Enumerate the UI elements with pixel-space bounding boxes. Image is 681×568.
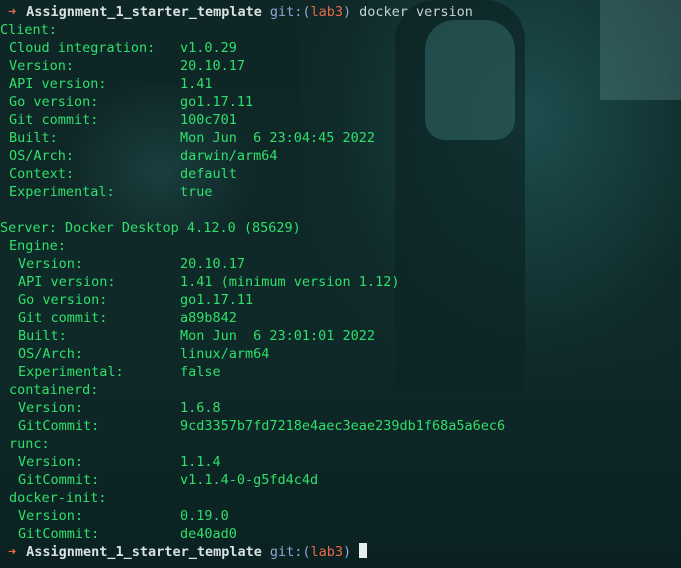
client-row: OS/Arch: darwin/arm64 — [0, 147, 681, 165]
prompt-cwd: Assignment_1_starter_template — [26, 544, 262, 560]
terminal-window[interactable]: ➜ Assignment_1_starter_template git:(lab3)… — [0, 0, 681, 568]
containerd-row-value: 9cd3357b7fd7218e4aec3eae239db1f68a5a6ec6 — [180, 418, 506, 434]
engine-row: Go version: go1.17.11 — [0, 291, 681, 309]
containerd-header: containerd: — [0, 381, 681, 399]
docker-init-row-value: de40ad0 — [180, 526, 237, 542]
prompt-cwd: Assignment_1_starter_template — [26, 4, 262, 20]
git-suffix: ) — [343, 4, 352, 20]
client-row: Context: default — [0, 165, 681, 183]
engine-row-key: Git commit: — [18, 310, 108, 326]
containerd-row: GitCommit: 9cd3357b7fd7218e4aec3eae239db1… — [0, 417, 681, 435]
runc-row: GitCommit: v1.1.4-0-g5fd4c4d — [0, 471, 681, 489]
client-row: Cloud integration: v1.0.29 — [0, 39, 681, 57]
terminal-output: ➜ Assignment_1_starter_template git:(lab3)… — [0, 3, 681, 561]
client-row-key: Built: — [9, 130, 58, 146]
engine-row-value: Mon Jun 6 23:01:01 2022 — [180, 328, 376, 344]
client-row-value: v1.0.29 — [180, 40, 237, 56]
client-row-value: 20.10.17 — [180, 58, 246, 74]
runc-header: runc: — [0, 435, 681, 453]
text-cursor[interactable] — [359, 543, 368, 558]
client-row-value: darwin/arm64 — [180, 148, 278, 164]
engine-row-value: 20.10.17 — [180, 256, 246, 272]
engine-row-key: OS/Arch: — [18, 346, 84, 362]
engine-row-key: Version: — [18, 256, 84, 272]
engine-row: Git commit: a89b842 — [0, 309, 681, 327]
docker-init-row-value: 0.19.0 — [180, 508, 229, 524]
client-row: Go version: go1.17.11 — [0, 93, 681, 111]
client-row: Git commit: 100c701 — [0, 111, 681, 129]
git-prefix: git:( — [269, 544, 311, 560]
docker-init-label: docker-init: — [9, 490, 107, 506]
prompt-git: git:(lab3) — [270, 4, 351, 20]
engine-row-key: Go version: — [18, 292, 108, 308]
docker-init-row: Version: 0.19.0 — [0, 507, 681, 525]
docker-init-row-key: GitCommit: — [18, 526, 100, 542]
runc-label: runc: — [9, 436, 50, 452]
runc-row-key: Version: — [18, 454, 84, 470]
engine-row: Version: 20.10.17 — [0, 255, 681, 273]
engine-row-value: 1.41 (minimum version 1.12) — [180, 274, 400, 290]
client-header: Client: — [0, 22, 57, 38]
git-prefix: git:( — [269, 4, 311, 20]
docker-init-row: GitCommit: de40ad0 — [0, 525, 681, 543]
containerd-row: Version: 1.6.8 — [0, 399, 681, 417]
engine-row-key: Built: — [18, 328, 67, 344]
containerd-row-value: 1.6.8 — [180, 400, 221, 416]
engine-label: Engine: — [9, 238, 66, 254]
git-branch: lab3 — [310, 4, 343, 20]
containerd-row-key: Version: — [18, 400, 84, 416]
engine-header: Engine: — [0, 237, 681, 255]
engine-row: Built: Mon Jun 6 23:01:01 2022 — [0, 327, 681, 345]
prompt-line: ➜ Assignment_1_starter_template git:(lab3)… — [0, 3, 681, 21]
client-row-key: OS/Arch: — [9, 148, 75, 164]
client-row: Experimental: true — [0, 183, 681, 201]
engine-row: Experimental: false — [0, 363, 681, 381]
client-row-value: true — [180, 184, 213, 200]
prompt-arrow-icon: ➜ — [8, 4, 17, 20]
client-row-key: Git commit: — [9, 112, 99, 128]
client-row: API version: 1.41 — [0, 75, 681, 93]
client-row-key: Version: — [9, 58, 75, 74]
runc-row-key: GitCommit: — [18, 472, 100, 488]
engine-row-value: linux/arm64 — [180, 346, 270, 362]
client-row-key: Go version: — [9, 94, 99, 110]
docker-init-row-key: Version: — [18, 508, 84, 524]
command-text: docker version — [359, 4, 473, 20]
client-row-value: 1.41 — [180, 76, 213, 92]
prompt-git: git:(lab3) — [270, 544, 351, 560]
engine-row-key: API version: — [18, 274, 116, 290]
client-row-key: API version: — [9, 76, 107, 92]
git-suffix: ) — [343, 544, 352, 560]
prompt-line-current[interactable]: ➜ Assignment_1_starter_template git:(lab3) — [0, 543, 681, 561]
engine-row: OS/Arch: linux/arm64 — [0, 345, 681, 363]
engine-row-value: a89b842 — [180, 310, 237, 326]
prompt-arrow-icon: ➜ — [8, 544, 17, 560]
client-row-key: Cloud integration: — [9, 40, 156, 56]
client-row-value: default — [180, 166, 237, 182]
engine-row-value: go1.17.11 — [180, 292, 254, 308]
git-branch: lab3 — [310, 544, 343, 560]
client-row-value: 100c701 — [180, 112, 237, 128]
client-row-key: Experimental: — [9, 184, 115, 200]
engine-row: API version: 1.41 (minimum version 1.12) — [0, 273, 681, 291]
runc-row: Version: 1.1.4 — [0, 453, 681, 471]
client-row-value: Mon Jun 6 23:04:45 2022 — [180, 130, 376, 146]
runc-row-value: v1.1.4-0-g5fd4c4d — [180, 472, 319, 488]
engine-row-key: Experimental: — [18, 364, 124, 380]
client-row-value: go1.17.11 — [180, 94, 254, 110]
client-row: Version: 20.10.17 — [0, 57, 681, 75]
engine-row-value: false — [180, 364, 221, 380]
client-row-key: Context: — [9, 166, 75, 182]
containerd-label: containerd: — [9, 382, 99, 398]
runc-row-value: 1.1.4 — [180, 454, 221, 470]
client-row: Built: Mon Jun 6 23:04:45 2022 — [0, 129, 681, 147]
server-header: Server: Docker Desktop 4.12.0 (85629) — [0, 220, 301, 236]
containerd-row-key: GitCommit: — [18, 418, 100, 434]
docker-init-header: docker-init: — [0, 489, 681, 507]
